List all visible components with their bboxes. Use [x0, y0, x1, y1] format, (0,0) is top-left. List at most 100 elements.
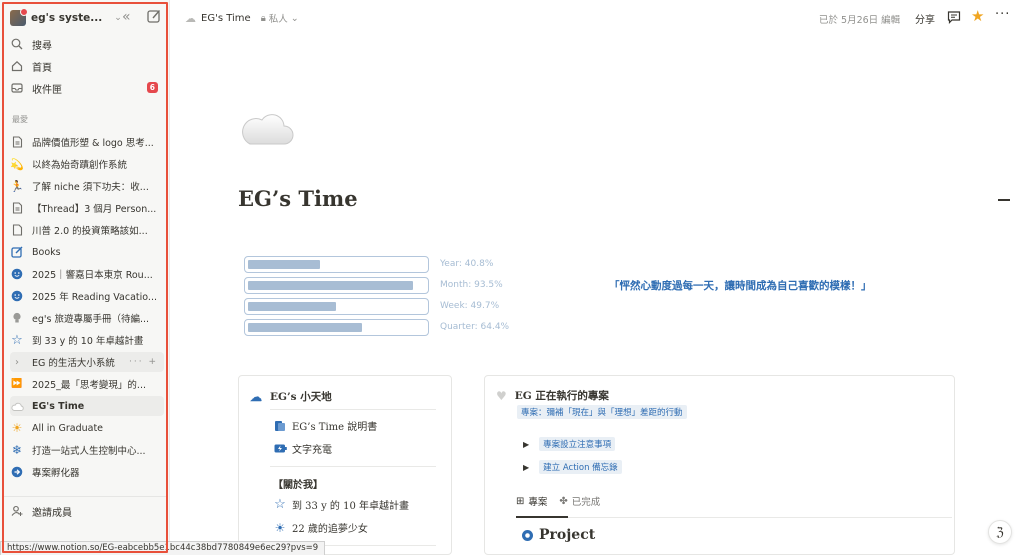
sun-icon: ☀ — [11, 421, 23, 435]
cloud-icon: ☁ — [250, 389, 262, 404]
collapse-sidebar-icon[interactable]: « — [122, 9, 131, 25]
favorite-label: 打造一站式人生控制中心... — [32, 446, 146, 457]
favorite-actions[interactable]: ··· + — [129, 357, 158, 367]
link-dream-girl[interactable]: ☀ 22 歲的追夢少女 — [273, 520, 368, 536]
privacy-label: 私人 — [268, 14, 288, 25]
last-edited: 已於 5月26日 編輯 — [819, 15, 901, 26]
share-button[interactable]: 分享 — [915, 11, 935, 26]
search-icon — [10, 37, 24, 51]
favorite-label: 【Thread】3 個月 Person... — [32, 204, 157, 215]
comment-icon[interactable] — [947, 10, 961, 24]
link-ten-year-plan[interactable]: ☆ 到 33 y 的 10 年卓越計畫 — [273, 497, 409, 512]
favorite-label: 2025_最「思考變現」的... — [32, 380, 146, 391]
link-text-charge[interactable]: 文字充電 — [273, 441, 332, 456]
progress-fill — [248, 260, 320, 269]
snowflake-icon: ❄ — [11, 443, 23, 457]
inbox-icon — [10, 81, 24, 95]
tab-completed[interactable]: ✤ 已完成 — [559, 494, 601, 509]
chevron-down-icon: ⌄ — [290, 12, 299, 24]
favorite-item[interactable]: ☀ All in Graduate — [10, 418, 164, 438]
favorite-item[interactable]: 品牌價值形塑 & logo 思考... — [10, 132, 164, 152]
favorite-item[interactable]: Books — [10, 242, 164, 262]
favorite-item[interactable]: 2025 年 Reading Vacatio... — [10, 286, 164, 306]
tab-label: 專案 — [528, 497, 548, 508]
page-icon — [10, 223, 24, 237]
grid-icon: ⊞ — [516, 495, 525, 507]
sidebar-item-home[interactable]: 首頁 — [10, 57, 162, 75]
link-time-manual[interactable]: EG’s Time 說明書 — [273, 418, 377, 433]
toggle-label: 專案設立注意事項 — [539, 437, 616, 451]
toggle-action-memo[interactable]: ▶ 建立 Action 備忘錄 — [523, 460, 622, 474]
favorite-item[interactable]: ❄ 打造一站式人生控制中心... — [10, 440, 164, 460]
sidebar: eg's syste... ⌄ « 搜尋 首頁 收件匣 6 最愛 品牌價值形塑 … — [0, 0, 170, 555]
comet-icon: 💫 — [10, 157, 24, 171]
progress-fill — [248, 302, 336, 311]
favorite-label: Books — [32, 246, 61, 258]
privacy-indicator[interactable]: 🔒︎ 私人 ⌄ — [260, 11, 302, 26]
breadcrumb[interactable]: ☁ EG's Time 🔒︎ 私人 ⌄ — [185, 11, 302, 26]
projects-view-tabs: ⊞ 專案 ✤ 已完成 — [516, 494, 612, 509]
outline-toggle[interactable] — [998, 199, 1010, 201]
favorite-item[interactable]: ⏩ 2025_最「思考變現」的... — [10, 374, 164, 394]
progress-bar-year — [244, 256, 429, 273]
favorite-item[interactable]: EG's Time — [10, 396, 164, 416]
favorite-item[interactable]: 🏃 了解 niche 須下功夫：收... — [10, 176, 164, 196]
toggle-triangle-icon[interactable]: ▶ — [523, 463, 529, 472]
favorite-item[interactable]: ☆ 到 33 y 的 10 年卓越計畫 — [10, 330, 164, 350]
favorite-item[interactable]: 【Thread】3 個月 Person... — [10, 198, 164, 218]
tab-projects[interactable]: ⊞ 專案 — [516, 494, 548, 509]
progress-bar-week — [244, 298, 429, 315]
chevron-right-icon[interactable]: › — [10, 355, 24, 369]
progress-bar-month — [244, 277, 429, 294]
add-user-icon — [10, 504, 24, 518]
workspace-switcher[interactable]: eg's syste... ⌄ « — [10, 8, 162, 28]
favorite-label: 到 33 y 的 10 年卓越計畫 — [32, 336, 144, 347]
sidebar-item-label: 收件匣 — [32, 84, 62, 96]
favorite-star-icon[interactable]: ★ — [971, 7, 984, 25]
page-title[interactable]: EG’s Time — [238, 186, 358, 211]
sidebar-item-inbox[interactable]: 收件匣 6 — [10, 79, 162, 97]
progress-fill — [248, 323, 362, 332]
favorite-label: 專案孵化器 — [32, 468, 80, 479]
favorite-item[interactable]: 💫 以終為始奇蹟創作系統 — [10, 154, 164, 174]
favorite-item[interactable]: 專案孵化器 — [10, 462, 164, 482]
edit-icon — [10, 245, 24, 259]
lock-icon: 🔒︎ — [260, 12, 266, 24]
tab-label: 已完成 — [571, 497, 601, 508]
progress-label-month: Month: 93.5% — [440, 280, 503, 290]
favorite-item[interactable]: eg's 旅遊專屬手冊（待編... — [10, 308, 164, 328]
favorite-item[interactable]: 2025｜響嘉日本東京 Rou... — [10, 264, 164, 284]
new-page-icon[interactable] — [146, 8, 162, 24]
favorite-item[interactable]: › EG 的生活大小系統 ··· + — [10, 352, 164, 372]
help-button[interactable]: ℨ — [988, 520, 1012, 544]
row-label: 到 33 y 的 10 年卓越計畫 — [292, 501, 409, 512]
toggle-project-notes[interactable]: ▶ 專案設立注意事項 — [523, 437, 616, 451]
breadcrumb-page-name: EG's Time — [201, 12, 251, 24]
toggle-triangle-icon[interactable]: ▶ — [523, 440, 529, 449]
sidebar-item-label: 搜尋 — [32, 40, 52, 52]
row-label: 22 歲的追夢少女 — [292, 524, 368, 535]
progress-label-quarter: Quarter: 64.4% — [440, 322, 510, 332]
row-label: EG’s Time 說明書 — [292, 422, 378, 433]
card-title: EG 正在執行的專案 — [514, 390, 609, 402]
divider — [270, 466, 436, 467]
sidebar-divider — [4, 496, 166, 497]
page-icon — [10, 135, 24, 149]
runner-icon: 🏃 — [10, 179, 24, 193]
gear-badge-icon — [520, 528, 534, 542]
favorite-item[interactable]: 川普 2.0 的投資策略該如... — [10, 220, 164, 240]
cloud-icon: ☁ — [185, 11, 196, 25]
projects-subtitle-tag: 專案：彌補「現在」與「理想」差距的行動 — [517, 405, 687, 419]
invite-members-button[interactable]: 邀請成員 — [10, 502, 162, 520]
favorite-label: EG 的生活大小系統 — [32, 358, 115, 369]
favorite-label: 品牌價值形塑 & logo 思考... — [32, 138, 154, 149]
help-icon: ℨ — [996, 525, 1004, 539]
cloud-page-icon[interactable] — [240, 108, 294, 148]
sidebar-item-search[interactable]: 搜尋 — [10, 35, 162, 53]
more-options-icon[interactable]: ··· — [995, 7, 1010, 22]
divider — [270, 409, 436, 410]
smile-icon — [10, 289, 24, 303]
sidebar-item-label: 首頁 — [32, 62, 52, 74]
tabs-divider — [516, 517, 952, 518]
battery-icon — [273, 442, 287, 456]
